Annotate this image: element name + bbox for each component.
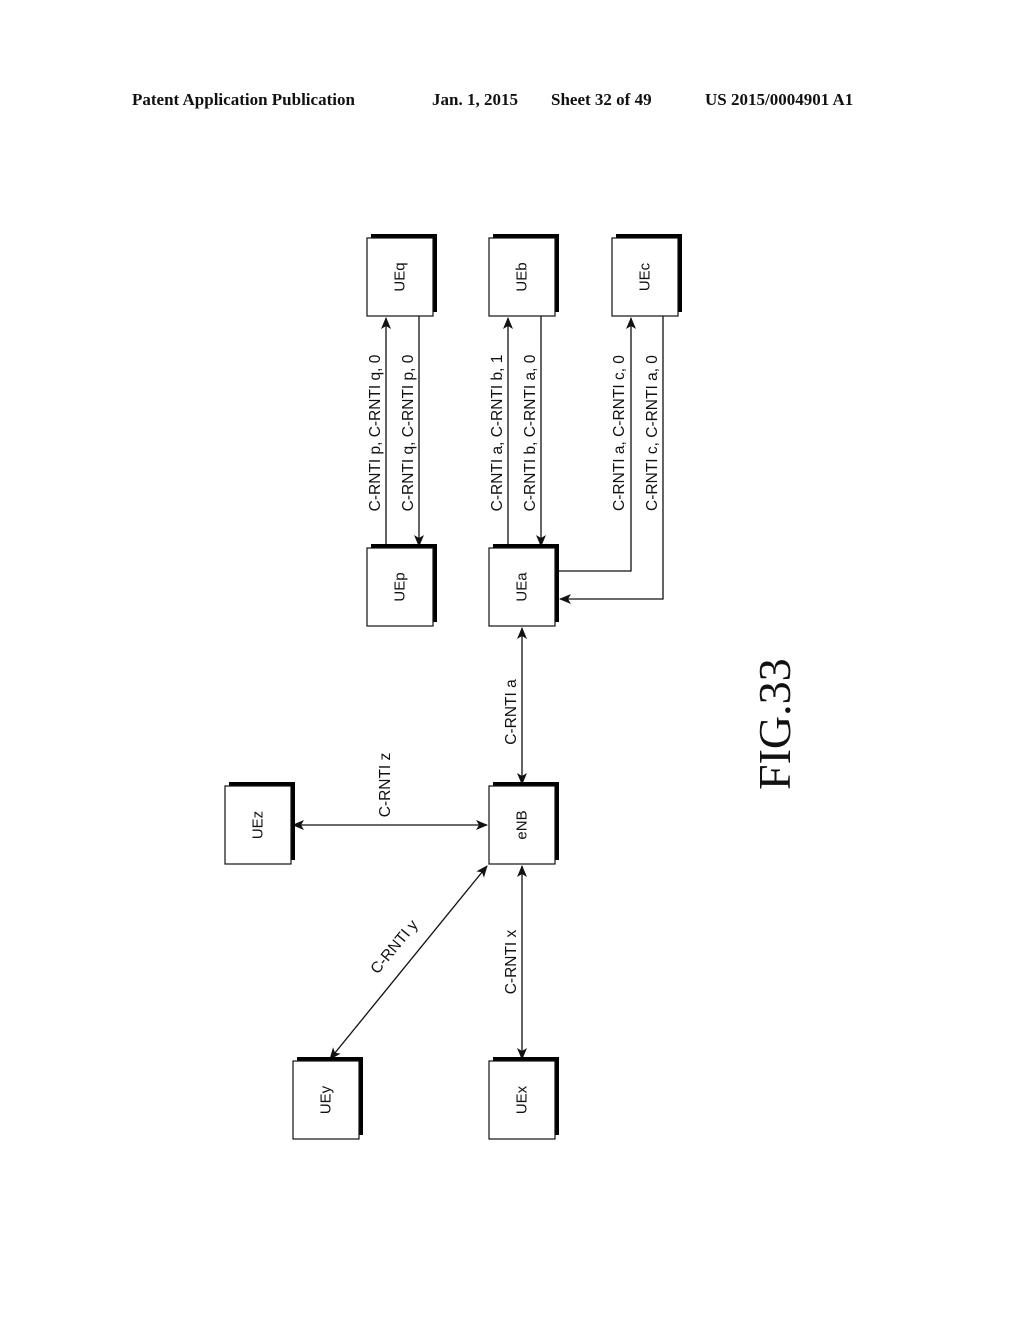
node-label: UEx xyxy=(514,1085,531,1114)
link-label: C-RNTI c, C-RNTI a, 0 xyxy=(644,355,661,511)
link-label: C-RNTI a, C-RNTI b, 1 xyxy=(489,355,506,512)
link-label: C-RNTI a, C-RNTI c, 0 xyxy=(611,355,628,511)
link-label: C-RNTI x xyxy=(503,929,520,994)
node-label: UEz xyxy=(250,811,267,839)
link-label: C-RNTI a xyxy=(503,679,520,745)
network-diagram: UEq UEp UEb UEa UEc eNB UEz UEy UEx C-RNTI p, C-… xyxy=(224,234,800,1140)
node-label: UEc xyxy=(637,262,654,291)
link-label: C-RNTI y xyxy=(367,917,421,978)
node-label: UEy xyxy=(318,1085,335,1114)
links-layer xyxy=(292,316,664,1060)
node-label: UEa xyxy=(514,572,531,602)
labels-layer: C-RNTI p, C-RNTI q, 0 C-RNTI q, C-RNTI p,… xyxy=(367,354,661,994)
node-ueb: UEb xyxy=(488,234,559,317)
node-label: UEb xyxy=(514,262,531,291)
node-uey: UEy xyxy=(292,1057,363,1140)
node-uea: UEa xyxy=(488,544,559,627)
link-arrow xyxy=(329,865,488,1060)
node-ueq: UEq xyxy=(366,234,437,317)
node-uex: UEx xyxy=(488,1057,559,1140)
node-enb: eNB xyxy=(488,782,559,865)
link-label: C-RNTI b, C-RNTI a, 0 xyxy=(522,354,539,511)
node-label: UEp xyxy=(392,572,409,601)
link-label: C-RNTI q, C-RNTI p, 0 xyxy=(400,354,417,511)
link-enb-uy xyxy=(329,865,488,1060)
node-label: UEq xyxy=(392,262,409,291)
figure-label: FIG.33 xyxy=(749,658,800,790)
link-label: C-RNTI z xyxy=(377,753,394,818)
node-uep: UEp xyxy=(366,544,437,627)
node-uez: UEz xyxy=(224,782,295,865)
node-uec: UEc xyxy=(611,234,682,317)
link-label: C-RNTI p, C-RNTI q, 0 xyxy=(367,354,384,511)
node-label: eNB xyxy=(514,810,531,839)
